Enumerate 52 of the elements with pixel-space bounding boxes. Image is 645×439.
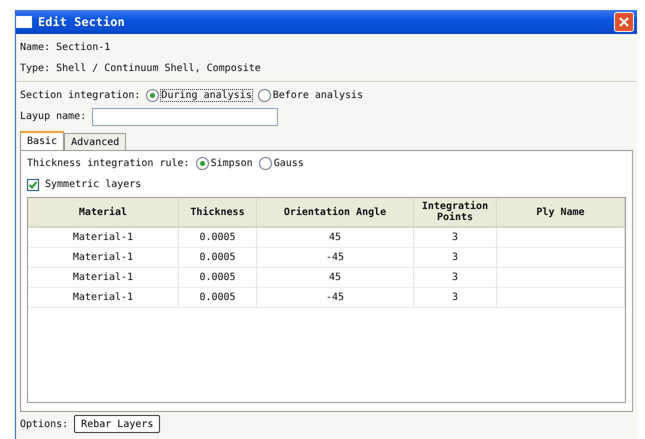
radio-button[interactable] <box>146 89 160 102</box>
window-title: Edit Section <box>38 15 126 29</box>
tab[interactable]: Basic <box>20 131 64 150</box>
layup-name-field[interactable] <box>92 108 278 126</box>
rebar-layers-button[interactable]: Rebar Layers <box>74 415 160 433</box>
table-cell: 3 <box>414 248 496 268</box>
table-cell: Material-1 <box>28 227 178 248</box>
radio-button[interactable] <box>196 157 209 170</box>
table-cell: Material-1 <box>28 268 178 288</box>
table-cell: 3 <box>414 268 496 288</box>
radio-option[interactable]: Before analysis <box>258 89 364 102</box>
radio-label[interactable]: Before analysis <box>272 90 364 101</box>
table-cell: 0.0005 <box>178 288 256 308</box>
column-header[interactable]: Material <box>28 198 178 227</box>
table-cell: 0.0005 <box>178 227 256 248</box>
checkbox-label[interactable]: Symmetric layers <box>45 179 142 190</box>
column-header[interactable]: Orientation Angle <box>256 198 414 227</box>
table-cell: 45 <box>256 268 414 288</box>
window-icon <box>16 16 32 28</box>
options-label: Options: <box>20 418 68 430</box>
table-cell: -45 <box>256 288 414 308</box>
table-cell: 0.0005 <box>178 268 256 288</box>
name-value: Section-1 <box>56 42 110 53</box>
close-icon <box>618 16 630 28</box>
table-cell: Material-1 <box>28 248 178 268</box>
radio-label[interactable]: Simpson <box>210 158 253 169</box>
section-integration-label: Section integration: <box>20 90 140 101</box>
radio-button[interactable] <box>258 89 271 102</box>
table-cell: 3 <box>414 288 496 308</box>
radio-option[interactable]: During analysis <box>146 89 252 102</box>
radio-option[interactable]: Simpson <box>196 157 253 170</box>
type-label: Type: <box>20 63 50 74</box>
layup-name-label: Layup name: <box>20 111 86 122</box>
tab[interactable]: Advanced <box>64 133 126 150</box>
radio-label[interactable]: Gauss <box>274 158 304 169</box>
name-label: Name: <box>20 42 50 53</box>
column-header[interactable]: Thickness <box>178 198 256 227</box>
checkmark-icon <box>28 180 38 190</box>
radio-option[interactable]: Gauss <box>258 157 304 170</box>
checkbox[interactable] <box>27 178 39 190</box>
table-cell: 45 <box>256 227 414 248</box>
close-button[interactable] <box>614 12 634 32</box>
table-cell: 3 <box>414 227 496 248</box>
type-value: Shell / Continuum Shell, Composite <box>56 63 261 74</box>
radio-label[interactable]: During analysis <box>161 90 252 101</box>
thickness-rule-label: Thickness integration rule: <box>27 158 190 169</box>
table-cell: 0.0005 <box>178 248 256 268</box>
column-header[interactable]: Ply Name <box>496 198 624 227</box>
table-cell: -45 <box>256 248 414 268</box>
radio-button[interactable] <box>258 157 272 170</box>
column-header[interactable]: Integration Points <box>414 198 496 227</box>
table-cell: Material-1 <box>28 288 178 308</box>
